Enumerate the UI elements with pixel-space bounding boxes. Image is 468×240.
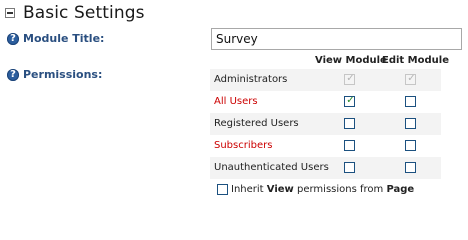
view-permission-checkbox[interactable] [344,140,355,151]
edit-permission-checkbox[interactable] [405,118,416,129]
role-name: Unauthenticated Users [214,162,329,173]
permission-row: Administrators ✓ ✓ [210,69,441,91]
check-icon: ✓ [407,73,416,84]
help-icon[interactable]: ? [7,32,19,45]
view-permission-checkbox: ✓ [344,73,355,85]
module-title-input[interactable] [211,28,462,50]
permission-row: Subscribers [210,135,441,157]
permission-row: Registered Users [210,113,441,135]
collapse-minus-icon[interactable] [5,8,15,18]
edit-permission-checkbox: ✓ [405,73,416,85]
role-name: Subscribers [214,140,273,151]
inherit-page-word: Page [386,184,415,195]
permission-row: Unauthenticated Users [210,157,441,179]
edit-module-header: Edit Module [382,55,449,66]
permission-row: All Users ✓ [210,91,441,113]
module-title-label: Module Title: [23,32,105,45]
inherit-permissions[interactable]: Inherit View permissions from Page [217,184,414,195]
role-name: Administrators [214,74,288,85]
inherit-prefix: Inherit [231,184,264,195]
edit-permission-checkbox[interactable] [405,140,416,151]
inherit-view-word: View [266,184,294,195]
section-title: Basic Settings [23,3,145,23]
view-permission-checkbox[interactable]: ✓ [344,95,355,107]
inherit-checkbox[interactable] [217,184,228,195]
edit-permission-checkbox[interactable] [405,96,416,107]
permissions-label-row: ? Permissions: [7,68,102,81]
section-header: Basic Settings [4,1,145,25]
role-name: All Users [214,96,258,107]
view-permission-checkbox[interactable] [344,162,355,173]
edit-permission-checkbox[interactable] [405,162,416,173]
view-module-header: View Module [315,55,387,66]
permissions-label: Permissions: [23,68,103,81]
check-icon: ✓ [346,95,355,106]
view-permission-checkbox[interactable] [344,118,355,129]
check-icon: ✓ [346,73,355,84]
role-name: Registered Users [214,118,299,129]
module-title-label-row: ? Module Title: [7,32,104,45]
help-icon[interactable]: ? [7,68,19,81]
inherit-middle: permissions from [296,184,384,195]
